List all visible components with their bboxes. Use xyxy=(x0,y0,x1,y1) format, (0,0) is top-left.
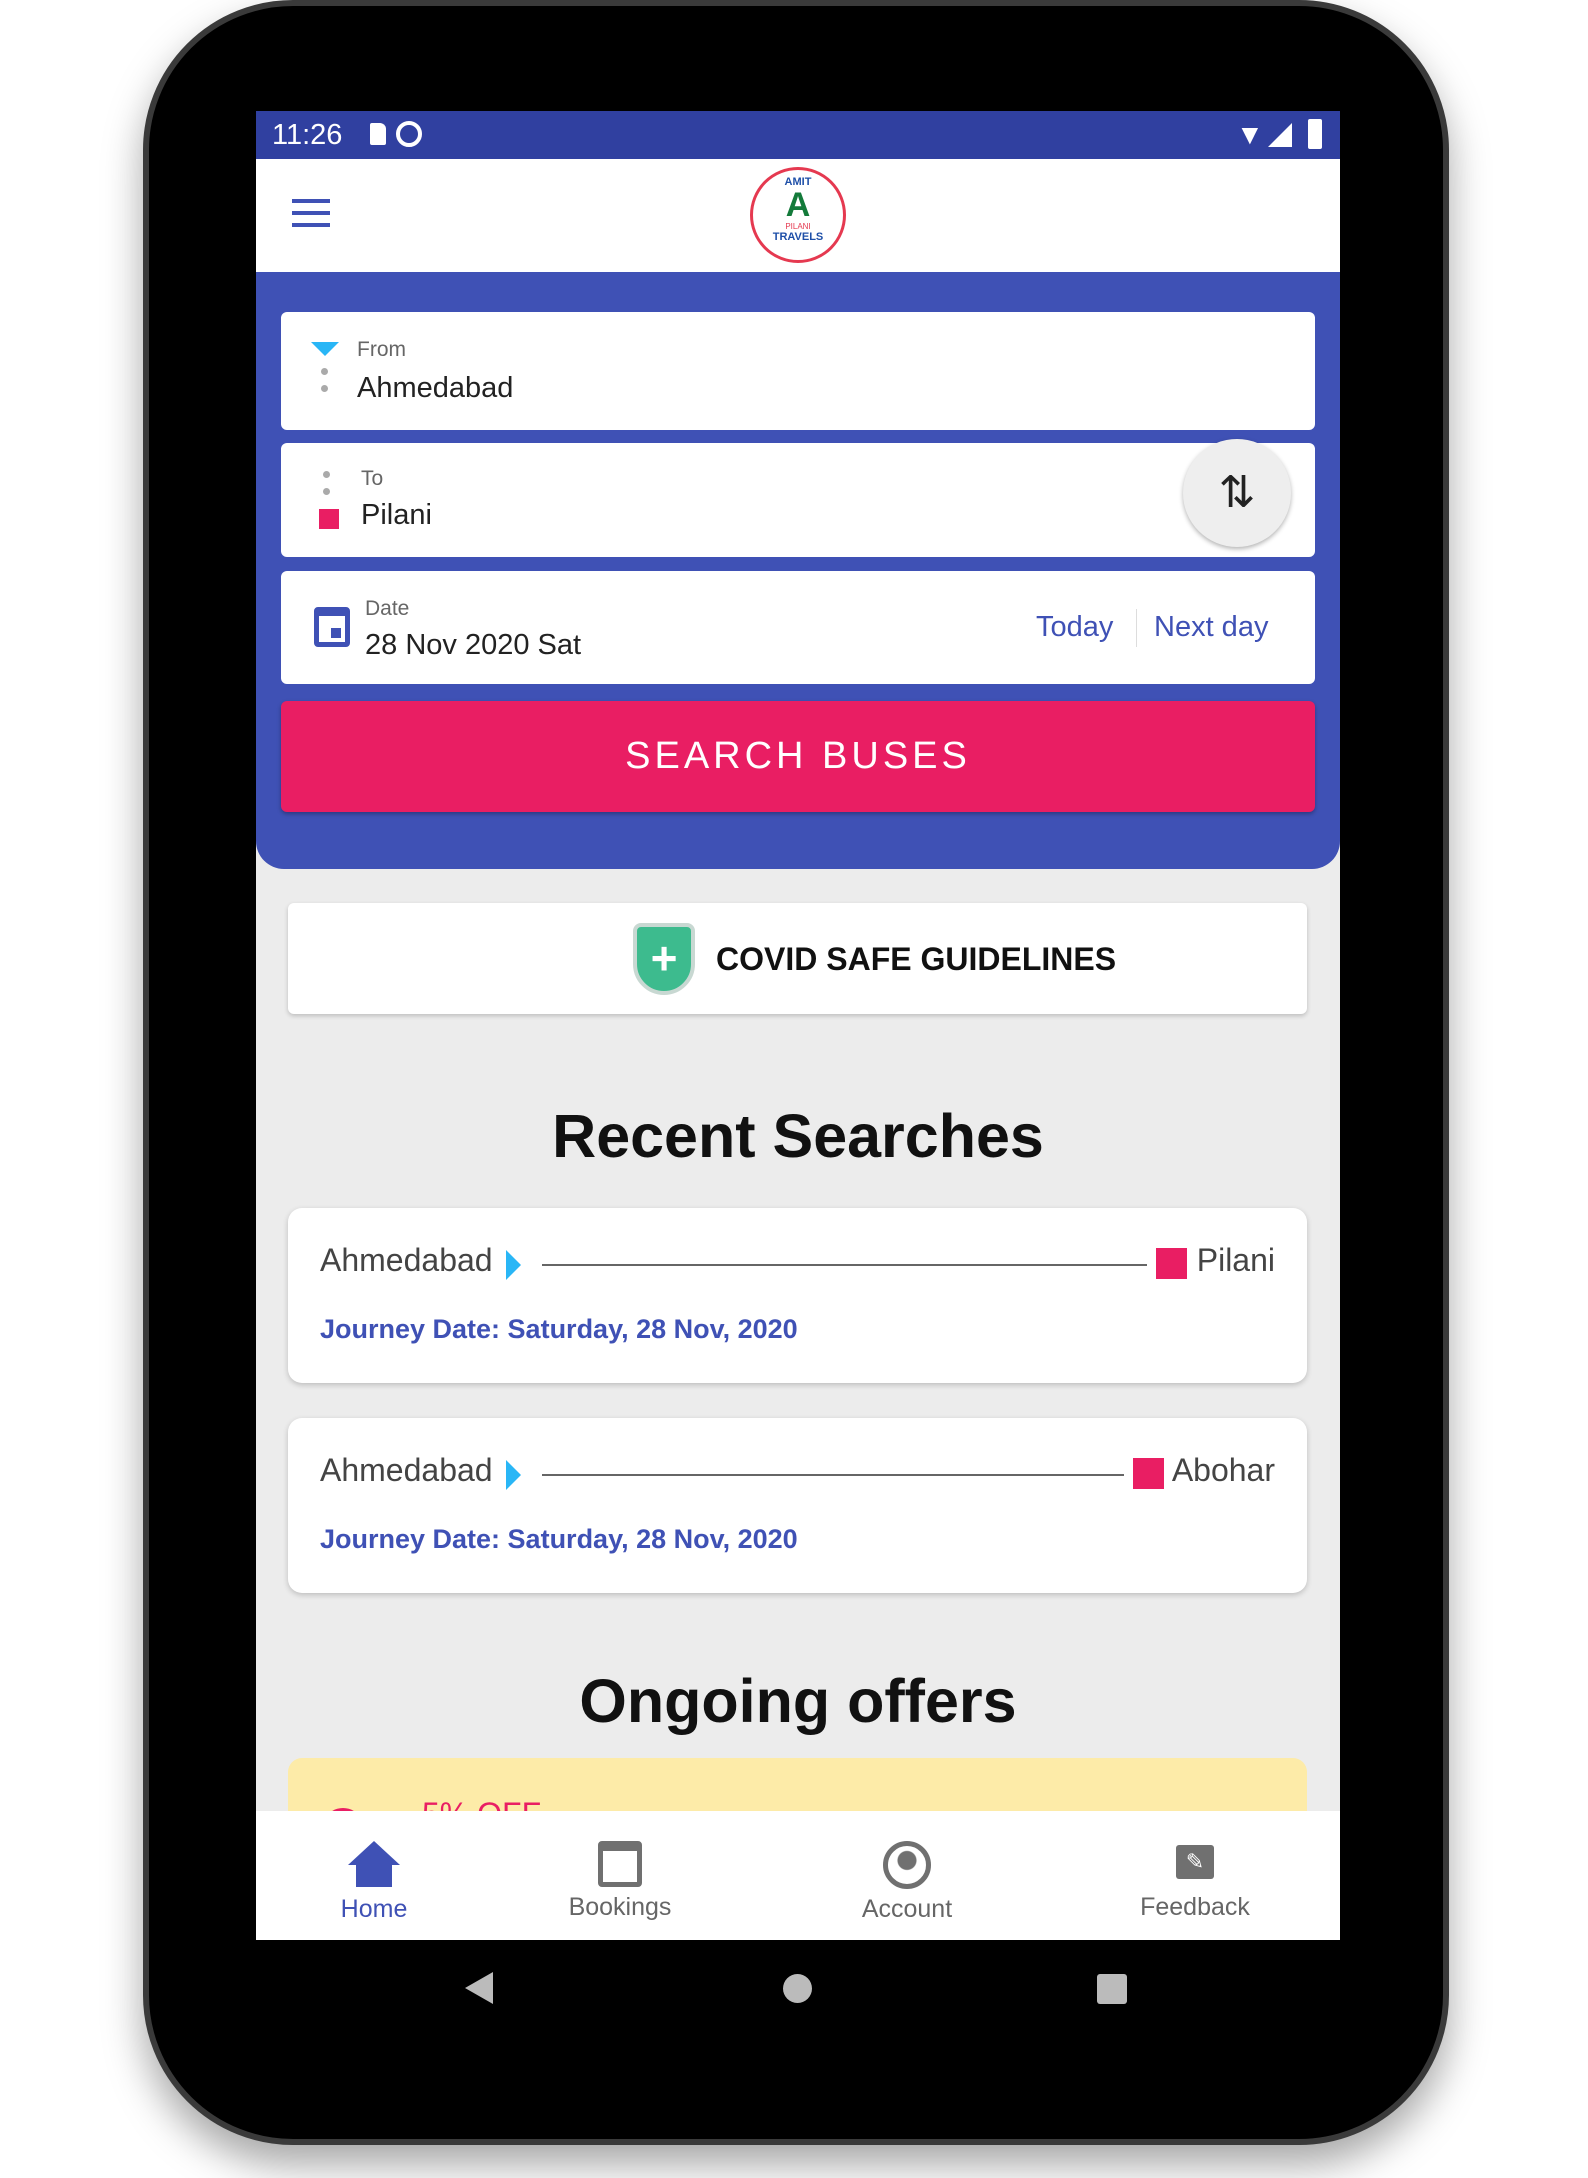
wifi-icon: ▼ xyxy=(1236,119,1264,150)
menu-icon[interactable] xyxy=(292,199,330,227)
account-icon xyxy=(883,1841,931,1889)
to-field[interactable]: To Pilani xyxy=(281,443,1315,557)
journey-date: Journey Date: Saturday, 28 Nov, 2020 xyxy=(320,1314,798,1344)
destination-marker-icon xyxy=(1133,1458,1164,1489)
destination-marker-icon xyxy=(319,509,339,529)
swap-button[interactable]: ⇅ xyxy=(1183,439,1291,547)
feedback-icon: ✎ xyxy=(1176,1845,1214,1879)
nav-label: Account xyxy=(861,1895,953,1923)
route-to: Pilani xyxy=(1196,1242,1275,1278)
calendar-icon xyxy=(598,1841,642,1887)
swap-icon: ⇅ xyxy=(1218,468,1256,517)
app-bar: AMIT A PILANI TRAVELS xyxy=(256,159,1340,272)
nav-label: Bookings xyxy=(568,1893,672,1921)
journey-date: Journey Date: Saturday, 28 Nov, 2020 xyxy=(320,1524,798,1554)
covid-guidelines-button[interactable]: + COVID SAFE GUIDELINES xyxy=(288,903,1307,1014)
logo: AMIT A PILANI TRAVELS xyxy=(750,167,846,263)
home-icon xyxy=(348,1841,400,1865)
route-to: Abohar xyxy=(1171,1452,1275,1488)
recent-search-item[interactable]: Ahmedabad Abohar Journey Date: Saturday,… xyxy=(288,1418,1307,1593)
ongoing-offers-heading: Ongoing offers xyxy=(579,1667,1017,1735)
route-line xyxy=(542,1474,1124,1476)
search-buses-button[interactable]: SEARCH BUSES xyxy=(281,701,1315,812)
today-button[interactable]: Today xyxy=(1036,611,1113,644)
home-button-icon[interactable] xyxy=(783,1974,812,2003)
to-label: To xyxy=(361,467,384,490)
recents-icon[interactable] xyxy=(1097,1974,1127,2004)
nav-feedback[interactable]: ✎ Feedback xyxy=(1095,1841,1295,1922)
search-panel: From Ahmedabad To Pilani ⇅ Date 28 Nov 2… xyxy=(256,272,1340,869)
sync-icon xyxy=(396,121,422,147)
nav-label: Feedback xyxy=(1140,1893,1250,1921)
signal-icon xyxy=(1268,123,1292,147)
nav-home[interactable]: Home xyxy=(274,1841,474,1924)
from-label: From xyxy=(357,338,406,361)
to-value: Pilani xyxy=(361,499,432,531)
destination-marker-icon xyxy=(1156,1248,1187,1279)
nav-bookings[interactable]: Bookings xyxy=(520,1841,720,1922)
dots-icon xyxy=(323,471,330,495)
next-day-button[interactable]: Next day xyxy=(1154,611,1268,644)
battery-icon xyxy=(1308,119,1322,149)
from-field[interactable]: From Ahmedabad xyxy=(281,312,1315,430)
calendar-icon xyxy=(314,607,350,647)
date-value: 28 Nov 2020 Sat xyxy=(365,629,582,661)
back-icon[interactable] xyxy=(465,1972,493,2004)
recent-search-item[interactable]: Ahmedabad Pilani Journey Date: Saturday,… xyxy=(288,1208,1307,1383)
status-time: 11:26 xyxy=(272,119,343,151)
route-from: Ahmedabad xyxy=(320,1242,493,1278)
dots-icon xyxy=(321,368,328,392)
date-field[interactable]: Date 28 Nov 2020 Sat Today Next day xyxy=(281,571,1315,684)
screen: 11:26 ▼ AMIT A PILANI TRAVELS From Ahmed… xyxy=(256,111,1340,1940)
status-bar: 11:26 ▼ xyxy=(256,111,1340,159)
nav-label: Home xyxy=(340,1895,408,1923)
shield-icon: + xyxy=(633,923,695,995)
source-arrow-icon xyxy=(506,1250,521,1280)
bottom-navigation: Home Bookings Account ✎ Feedback xyxy=(256,1811,1340,1940)
route-from: Ahmedabad xyxy=(320,1452,493,1488)
covid-label: COVID SAFE GUIDELINES xyxy=(716,941,1117,977)
date-label: Date xyxy=(365,597,410,620)
source-arrow-icon xyxy=(506,1460,521,1490)
source-marker-icon xyxy=(311,342,339,356)
divider xyxy=(1136,609,1137,647)
recent-searches-heading: Recent Searches xyxy=(552,1102,1044,1170)
nav-account[interactable]: Account xyxy=(807,1841,1007,1924)
sd-card-icon xyxy=(370,123,386,145)
route-line xyxy=(542,1264,1147,1266)
from-value: Ahmedabad xyxy=(357,372,514,404)
